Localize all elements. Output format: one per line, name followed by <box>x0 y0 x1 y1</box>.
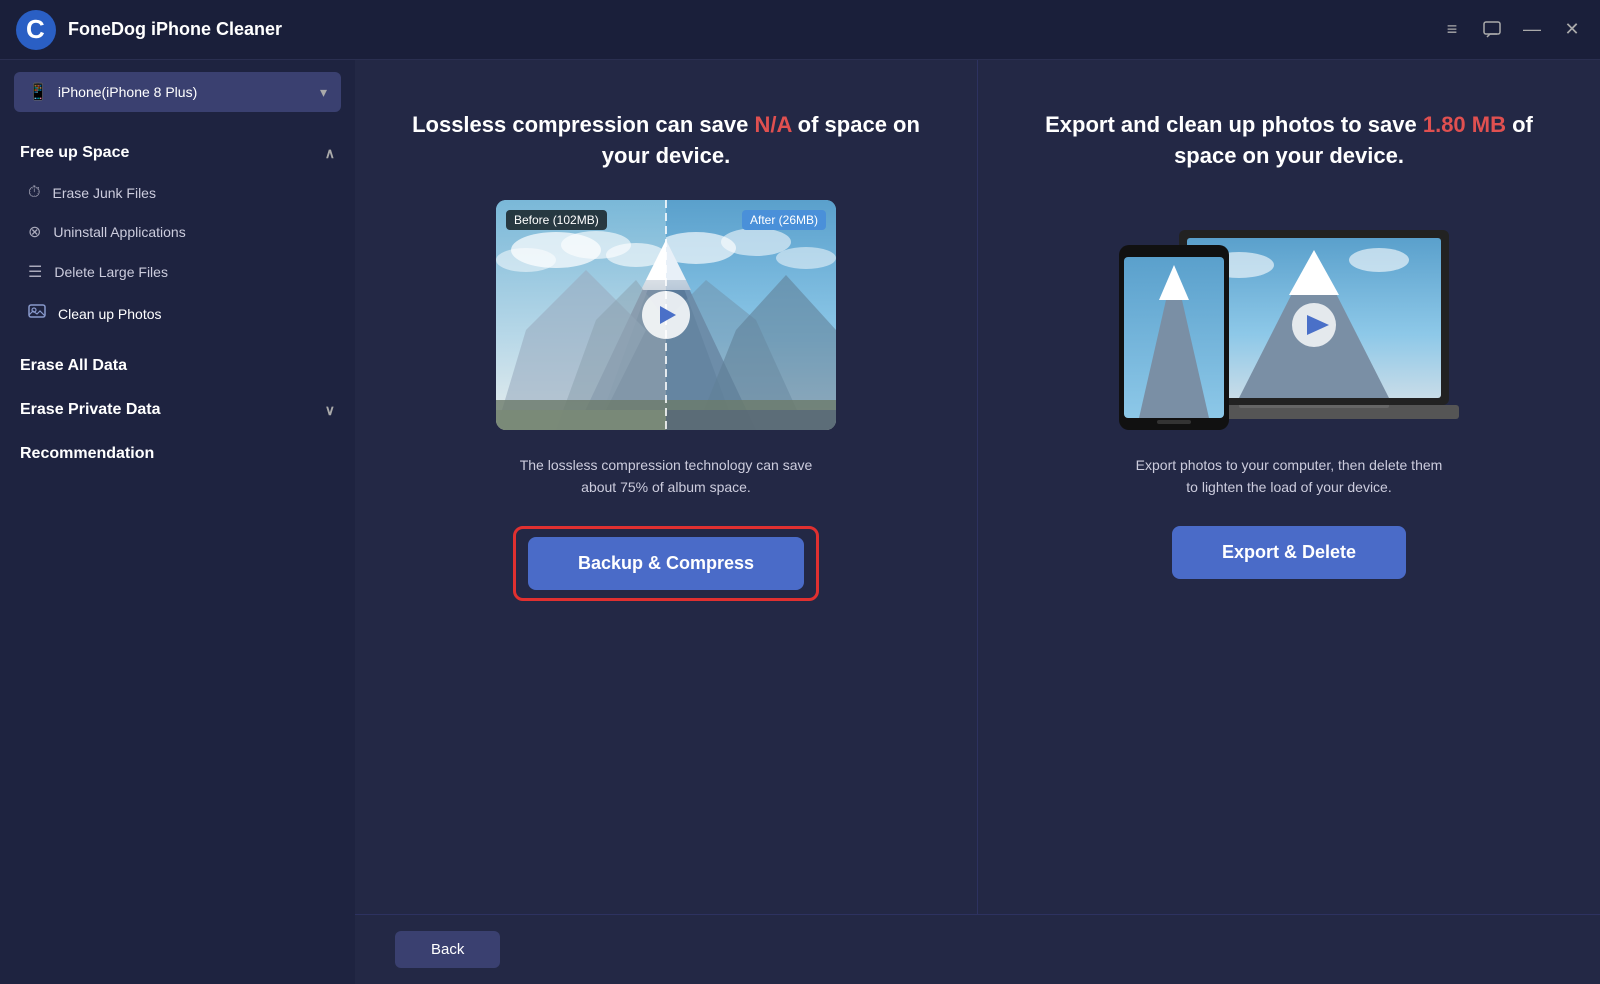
uninstall-icon: ⊗ <box>28 222 41 242</box>
sidebar-item-delete-large[interactable]: ☰ Delete Large Files <box>0 252 355 292</box>
chevron-up-icon: ∧ <box>325 145 335 162</box>
sidebar-item-label-uninstall-apps: Uninstall Applications <box>53 224 185 240</box>
minimize-button[interactable]: — <box>1520 18 1544 42</box>
sidebar-item-cleanup-photos[interactable]: Clean up Photos <box>0 292 355 335</box>
before-label: Before (102MB) <box>506 210 607 230</box>
svg-text:C: C <box>26 14 45 44</box>
app-logo: C <box>16 10 56 50</box>
export-delete-button[interactable]: Export & Delete <box>1172 526 1406 579</box>
after-label: After (26MB) <box>742 210 826 230</box>
content-panels: Lossless compression can save N/A of spa… <box>355 60 1600 914</box>
sidebar-item-erase-junk[interactable]: ⏱ Erase Junk Files <box>0 174 355 212</box>
section-header-free-up-space[interactable]: Free up Space ∧ <box>0 132 355 174</box>
backup-compress-button-wrapper: Backup & Compress <box>513 526 819 601</box>
heading-prefix-export: Export and clean up photos to save <box>1045 112 1423 137</box>
content-area: Lossless compression can save N/A of spa… <box>355 60 1600 984</box>
sidebar-item-label-recommendation: Recommendation <box>20 445 154 463</box>
titlebar: C FoneDog iPhone Cleaner ≡ — ✕ <box>0 0 1600 60</box>
sidebar-item-erase-all-data[interactable]: Erase All Data <box>0 343 355 389</box>
close-button[interactable]: ✕ <box>1560 18 1584 42</box>
sidebar-item-recommendation[interactable]: Recommendation <box>0 431 355 477</box>
device-label: iPhone(iPhone 8 Plus) <box>58 84 310 100</box>
sidebar: 📱 iPhone(iPhone 8 Plus) ▾ Free up Space … <box>0 60 355 984</box>
device-selector[interactable]: 📱 iPhone(iPhone 8 Plus) ▾ <box>14 72 341 112</box>
sidebar-item-label-erase-all-data: Erase All Data <box>20 357 127 375</box>
window-controls: ≡ — ✕ <box>1440 18 1584 42</box>
panel-heading-export: Export and clean up photos to save 1.80 … <box>1018 110 1560 172</box>
sidebar-item-erase-private-data[interactable]: Erase Private Data ∨ <box>0 389 355 431</box>
backup-compress-button[interactable]: Backup & Compress <box>528 537 804 590</box>
phone-image <box>1119 245 1229 430</box>
clock-icon: ⏱ <box>28 184 40 202</box>
sidebar-item-label-delete-large: Delete Large Files <box>54 264 168 280</box>
heading-highlight-backup: N/A <box>754 112 791 137</box>
panel-heading-backup: Lossless compression can save N/A of spa… <box>395 110 937 172</box>
chevron-down-icon-private: ∨ <box>325 402 335 419</box>
nav-section-free-up-space: Free up Space ∧ ⏱ Erase Junk Files ⊗ Uni… <box>0 124 355 343</box>
compression-preview: Before (102MB) After (26MB) <box>496 200 836 430</box>
play-button[interactable] <box>642 291 690 339</box>
file-icon: ☰ <box>28 262 42 282</box>
panel-backup-compress: Lossless compression can save N/A of spa… <box>355 60 978 914</box>
phone-icon: 📱 <box>28 82 48 102</box>
panel-desc-backup: The lossless compression technology can … <box>506 454 826 499</box>
menu-button[interactable]: ≡ <box>1440 18 1464 42</box>
sidebar-item-uninstall-apps[interactable]: ⊗ Uninstall Applications <box>0 212 355 252</box>
sidebar-item-label-cleanup-photos: Clean up Photos <box>58 306 162 322</box>
chevron-down-icon: ▾ <box>320 84 327 101</box>
chat-button[interactable] <box>1480 18 1504 42</box>
heading-prefix-backup: Lossless compression can save <box>412 112 754 137</box>
section-label-free-up-space: Free up Space <box>20 144 129 162</box>
sidebar-item-label-erase-junk: Erase Junk Files <box>52 185 155 201</box>
devices-preview <box>1109 200 1469 430</box>
sidebar-item-label-erase-private: Erase Private Data <box>20 401 161 419</box>
main-layout: 📱 iPhone(iPhone 8 Plus) ▾ Free up Space … <box>0 60 1600 984</box>
panel-desc-export: Export photos to your computer, then del… <box>1129 454 1449 499</box>
footer-bar: Back <box>355 914 1600 984</box>
back-button[interactable]: Back <box>395 931 500 968</box>
heading-highlight-export: 1.80 MB <box>1423 112 1506 137</box>
photo-icon <box>28 302 46 325</box>
app-title: FoneDog iPhone Cleaner <box>68 19 1440 40</box>
panel-export-delete: Export and clean up photos to save 1.80 … <box>978 60 1600 914</box>
